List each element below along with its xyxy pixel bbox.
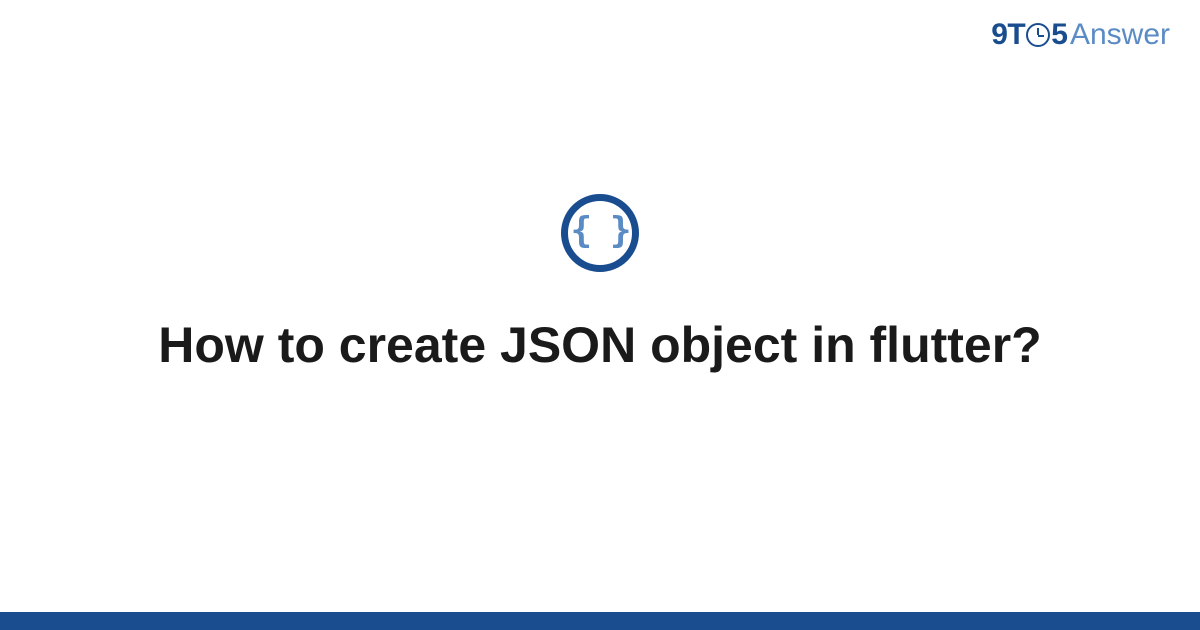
- braces-glyph: { }: [570, 213, 629, 249]
- json-braces-icon: { }: [561, 194, 639, 272]
- main-content: { } How to create JSON object in flutter…: [0, 0, 1200, 630]
- topic-icon-wrap: { }: [561, 194, 639, 272]
- footer-accent-bar: [0, 612, 1200, 630]
- question-title: How to create JSON object in flutter?: [158, 314, 1041, 376]
